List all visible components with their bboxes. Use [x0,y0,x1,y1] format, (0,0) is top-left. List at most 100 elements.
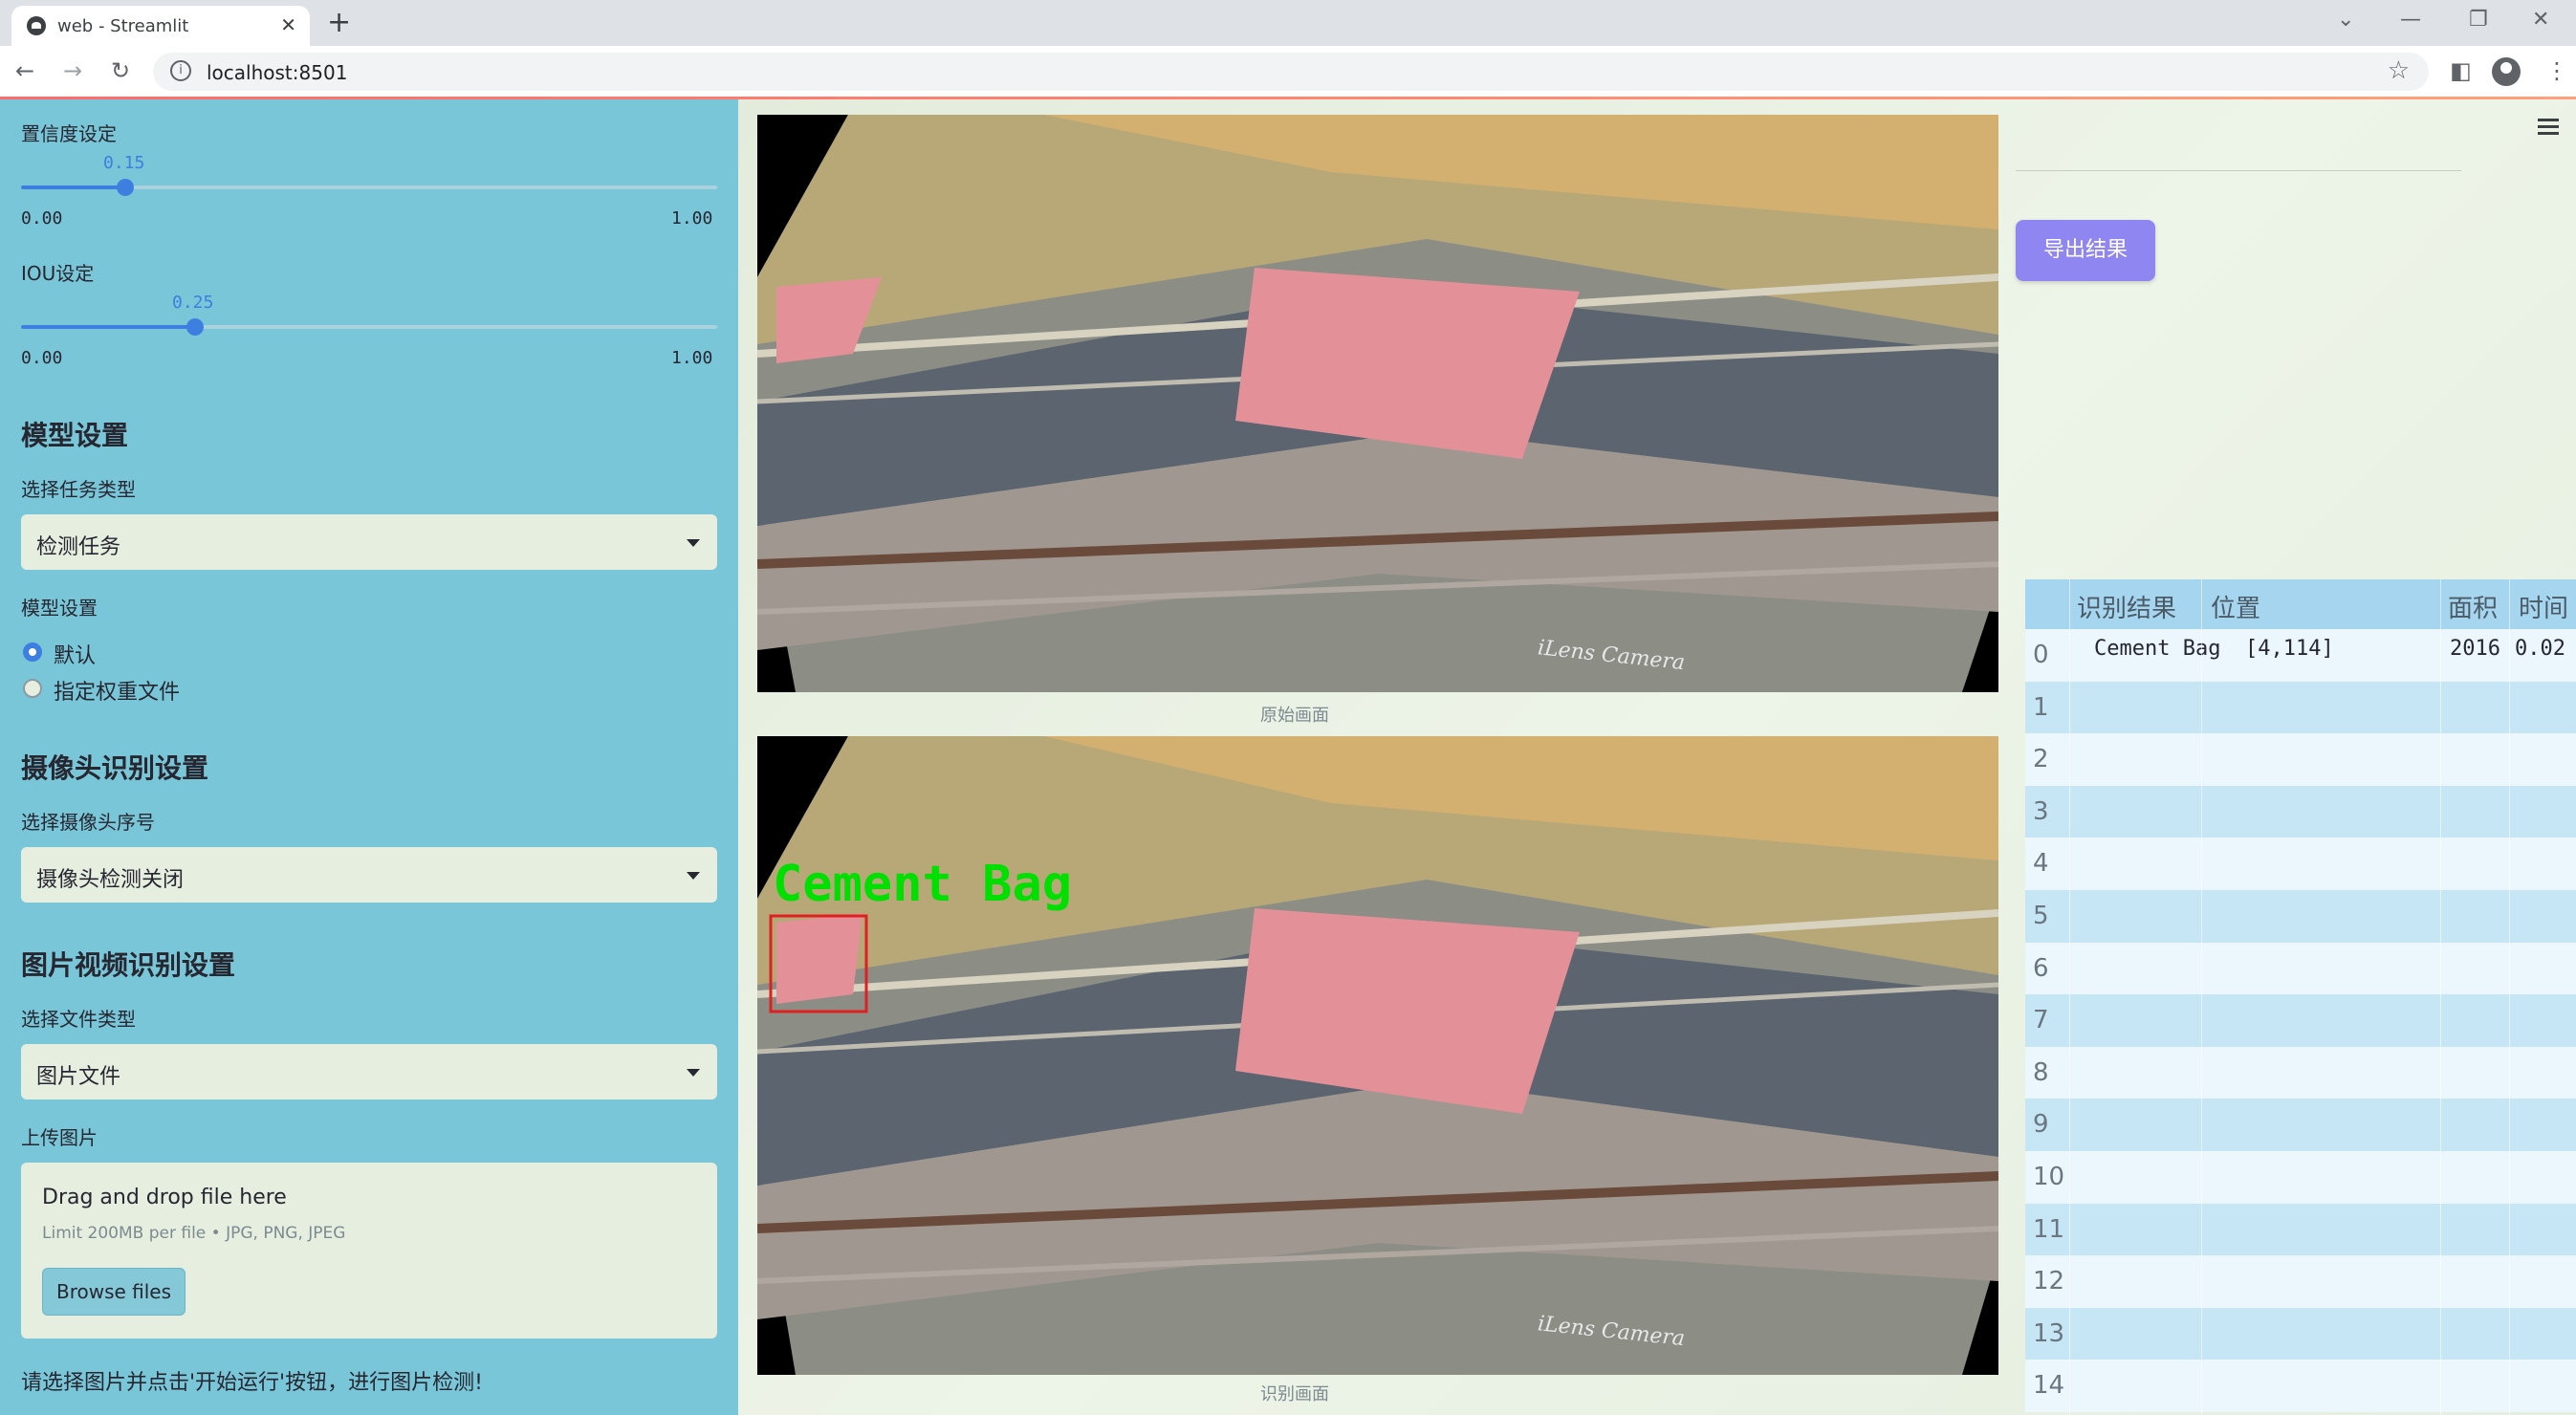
original-caption: 原始画面 [1260,706,1329,726]
side-panel-icon[interactable]: ◧ [2450,57,2472,84]
row-index: 3 [2033,796,2049,826]
row-index: 4 [2033,849,2049,879]
tab-title: web - Streamlit [57,16,189,36]
row-index: 6 [2033,953,2049,983]
detected-caption: 识别画面 [1260,1384,1329,1404]
divider [2016,170,2461,171]
iou-slider-thumb[interactable] [186,318,204,336]
browser-tab[interactable]: web - Streamlit ✕ [11,6,310,46]
hint-text: 请选择图片并点击'开始运行'按钮，进行图片检测! [21,1371,483,1395]
table-header: 识别结果 位置 面积 时间 [2025,579,2576,629]
more-menu-icon[interactable]: ⋮ [2545,57,2568,84]
chevron-down-icon [687,1069,700,1077]
original-image: iLens Camera [757,115,1998,692]
camera-index-select[interactable]: 摄像头检测关闭 [21,847,717,903]
detection-label: Cement Bag [773,856,1072,913]
model-section-title: 模型设置 [21,420,129,451]
model-default-radio[interactable] [23,642,42,662]
confidence-slider-thumb[interactable] [117,179,134,196]
row-index: 13 [2033,1318,2065,1348]
restore-icon[interactable]: ❐ [2469,8,2488,32]
row-index: 5 [2033,902,2049,930]
column-divider [2509,579,2510,1415]
cell-time: 0.02 [2515,637,2565,661]
address-bar[interactable]: i localhost:8501 ☆ [153,53,2429,91]
col-result[interactable]: 识别结果 [2077,589,2176,624]
confidence-max: 1.00 [671,208,713,229]
detection-image: Cement Bag iLens Camera [757,736,1998,1375]
model-custom-radio[interactable] [23,679,42,698]
col-area[interactable]: 面积 [2448,589,2498,624]
row-index: 1 [2033,692,2049,722]
table-row[interactable]: 11 [2025,1203,2576,1256]
bookmark-star-icon[interactable]: ☆ [2388,56,2410,85]
row-index: 0 [2033,641,2049,669]
table-row[interactable]: 0 Cement Bag [4,114] 2016 0.02 [2025,629,2576,682]
table-row[interactable]: 14 [2025,1360,2576,1412]
table-row[interactable]: 1 [2025,681,2576,734]
upload-label: 上传图片 [21,1126,98,1149]
camera-index-value: 摄像头检测关闭 [36,868,185,892]
new-tab-icon[interactable]: + [327,6,351,39]
iou-min: 0.00 [21,348,63,368]
table-row[interactable]: 9 [2025,1099,2576,1151]
table-row[interactable]: 12 [2025,1255,2576,1308]
cell-area: 2016 [2450,637,2500,661]
browse-files-button[interactable]: Browse files [42,1268,186,1316]
col-position[interactable]: 位置 [2211,589,2260,624]
tab-search-chevron-icon[interactable]: ⌄ [2337,8,2354,32]
minimize-icon[interactable]: — [2400,8,2421,32]
table-row[interactable]: 3 [2025,785,2576,838]
back-icon[interactable]: ← [15,57,34,84]
chevron-down-icon [687,872,700,880]
window-close-icon[interactable]: ✕ [2532,8,2549,32]
task-type-select[interactable]: 检测任务 [21,514,717,570]
upload-drop-text: Drag and drop file here [42,1186,287,1209]
browser-toolbar: ← → ↻ i localhost:8501 ☆ ◧ ⋮ [0,46,2576,98]
confidence-label: 置信度设定 [21,122,117,145]
url-text: localhost:8501 [207,61,348,84]
column-divider [2069,579,2070,1415]
row-index: 11 [2033,1214,2065,1244]
sidebar: 置信度设定 0.15 0.00 1.00 IOU设定 0.25 0.00 1.0… [0,99,738,1415]
file-section-title: 图片视频识别设置 [21,949,236,981]
task-type-label: 选择任务类型 [21,478,136,501]
browser-tab-bar: web - Streamlit ✕ + ⌄ — ❐ ✕ [0,0,2576,46]
file-uploader-dropzone[interactable]: Drag and drop file here Limit 200MB per … [21,1163,717,1339]
tab-close-icon[interactable]: ✕ [280,13,296,36]
table-row[interactable]: 2 [2025,733,2576,786]
iou-max: 1.00 [671,348,713,368]
table-row[interactable]: 6 [2025,942,2576,995]
row-index: 14 [2033,1371,2065,1401]
site-info-icon[interactable]: i [170,60,191,81]
model-default-label[interactable]: 默认 [54,639,96,669]
table-row[interactable]: 8 [2025,1046,2576,1099]
streamlit-favicon-icon [27,16,46,35]
reload-icon[interactable]: ↻ [111,57,130,84]
results-table[interactable]: 识别结果 位置 面积 时间 0 Cement Bag [4,114] 2016 0.02… [2025,579,2576,1415]
iou-slider-fill [21,325,195,329]
forward-icon[interactable]: → [63,57,82,84]
row-index: 7 [2033,1006,2049,1035]
row-index: 12 [2033,1267,2065,1296]
table-row[interactable]: 13 [2025,1307,2576,1361]
row-index: 8 [2033,1057,2049,1087]
export-results-button[interactable]: 导出结果 [2016,220,2155,281]
profile-avatar-icon[interactable] [2492,57,2521,86]
table-row[interactable]: 5 [2025,890,2576,943]
table-row[interactable]: 4 [2025,838,2576,890]
file-type-label: 选择文件类型 [21,1008,136,1031]
table-row[interactable]: 10 [2025,1151,2576,1204]
file-type-select[interactable]: 图片文件 [21,1044,717,1099]
col-time[interactable]: 时间 [2519,589,2568,624]
confidence-value: 0.15 [103,153,145,173]
table-row[interactable]: 7 [2025,994,2576,1047]
model-custom-label[interactable]: 指定权重文件 [54,675,180,706]
upload-limit-text: Limit 200MB per file • JPG, PNG, JPEG [42,1224,346,1243]
file-type-value: 图片文件 [36,1065,121,1089]
task-type-value: 检测任务 [36,535,121,559]
iou-value: 0.25 [172,293,214,313]
hamburger-menu-icon[interactable] [2538,119,2559,136]
model-setting-label: 模型设置 [21,597,98,620]
camera-section-title: 摄像头识别设置 [21,752,209,784]
